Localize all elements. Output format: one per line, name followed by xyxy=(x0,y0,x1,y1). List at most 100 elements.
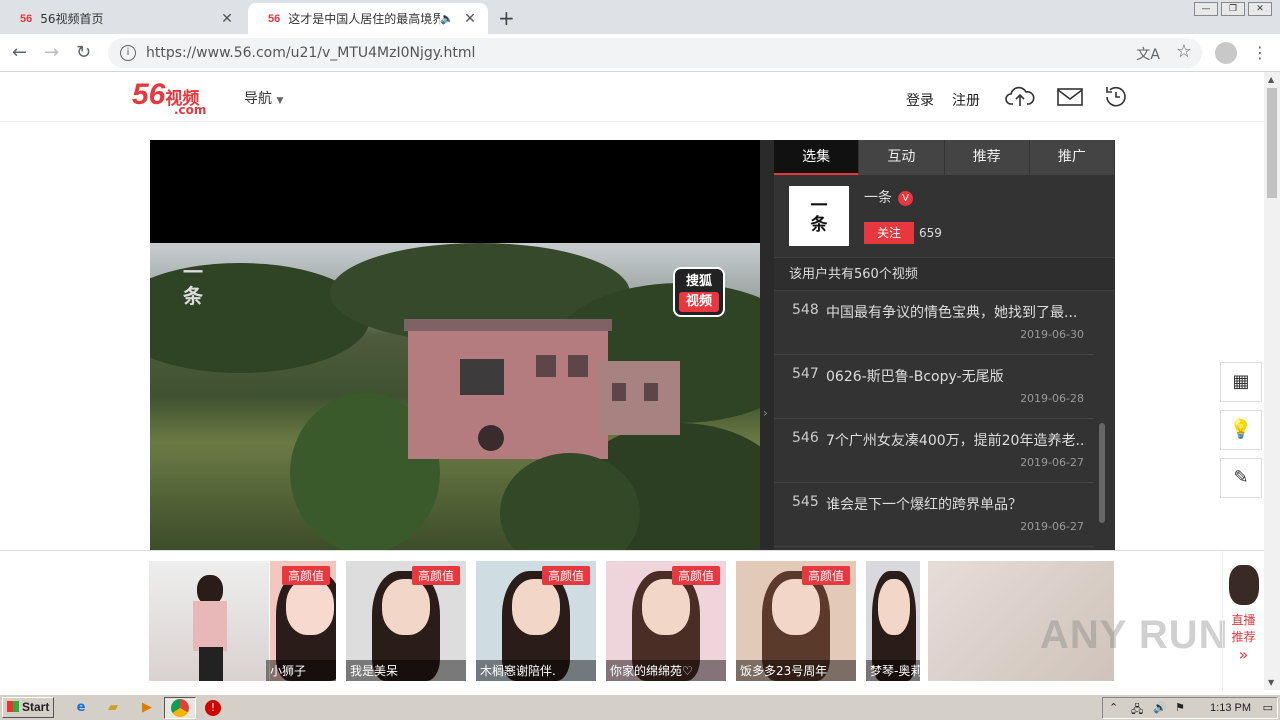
panel-scrollbar[interactable] xyxy=(1099,423,1105,523)
flag-icon[interactable]: ⚑ xyxy=(1175,701,1185,714)
lightbulb-icon[interactable]: 💡 xyxy=(1220,410,1262,450)
speaker-icon[interactable]: 🔈 xyxy=(440,12,454,25)
site-header: 56 视频 .com 导航 ▼ 登录 注册 xyxy=(0,72,1264,122)
list-item[interactable]: 548 中国最有争议的情色宝典，她找到了最... 2019-06-30 xyxy=(774,291,1094,355)
qr-code-icon[interactable]: ▦ xyxy=(1220,362,1262,402)
new-tab-icon[interactable]: + xyxy=(498,6,515,30)
video-title[interactable]: 7个广州女友凑400万，提前20年造养老... xyxy=(826,430,1086,450)
close-tab-icon[interactable]: ✕ xyxy=(219,11,235,27)
status-badge: 高颜值 xyxy=(411,566,460,585)
scrollbar-thumb[interactable] xyxy=(1267,88,1277,198)
site-logo[interactable]: 56 视频 .com xyxy=(132,78,206,117)
list-item[interactable]: 547 0626-斯巴鲁-Bcopy-无尾版 2019-06-28 xyxy=(774,355,1094,419)
register-link[interactable]: 注册 xyxy=(952,90,980,110)
author-name-text: 一条 xyxy=(864,190,892,206)
status-badge: 高颜值 xyxy=(541,566,590,585)
back-icon[interactable]: ← xyxy=(12,42,27,63)
house-image xyxy=(404,319,612,459)
site-favicon-icon: 56 xyxy=(268,12,281,25)
start-label: Start xyxy=(22,700,50,714)
live-card[interactable]: 高颜值 饭多多23号周年 xyxy=(736,561,856,681)
live-card[interactable]: 梦琴-奥莉 xyxy=(866,561,920,681)
media-player-icon[interactable]: ▶ xyxy=(138,699,156,717)
live-card[interactable]: 高颜值 我是美呆 xyxy=(346,561,466,681)
edit-icon[interactable]: ✎ xyxy=(1220,458,1262,498)
alert-icon[interactable]: ! xyxy=(205,700,221,716)
panel-tabs: 选集 互动 推荐 推广 xyxy=(774,140,1115,175)
close-tab-icon[interactable]: ✕ xyxy=(462,11,478,27)
forward-icon[interactable]: → xyxy=(44,42,59,63)
video-date: 2019-06-30 xyxy=(1020,328,1084,341)
translate-icon[interactable]: 文A xyxy=(1136,44,1160,64)
minimize-icon[interactable]: — xyxy=(1194,2,1218,16)
reload-icon[interactable]: ↻ xyxy=(76,42,91,63)
follow-button[interactable]: 关注 xyxy=(864,222,914,244)
network-icon[interactable]: 🖧 xyxy=(1131,701,1143,720)
tray-up-icon[interactable]: ⌃ xyxy=(1109,701,1118,714)
live-strip: 高颜值 小狮子 高颜值 我是美呆 高颜值 木榈窸谢陪伴. 高颜值 你家的绵绵苑♡… xyxy=(0,550,1264,691)
list-item[interactable]: 546 7个广州女友凑400万，提前20年造养老... 2019-06-27 xyxy=(774,419,1094,483)
history-icon[interactable] xyxy=(1101,84,1131,110)
window-controls: — ❐ ✕ xyxy=(1191,2,1272,16)
scroll-up-icon[interactable]: ▲ xyxy=(1268,75,1274,84)
folder-icon[interactable]: ▰ xyxy=(104,699,122,717)
status-badge: 高颜值 xyxy=(801,566,850,585)
author-name[interactable]: 一条 V xyxy=(864,187,913,207)
page-scrollbar[interactable]: ▲ ▼ xyxy=(1264,72,1280,690)
chrome-taskbar-button[interactable] xyxy=(164,697,196,719)
video-total: 该用户共有560个视频 xyxy=(774,257,1115,291)
tab-recommend[interactable]: 推荐 xyxy=(944,140,1030,175)
panel-toggle[interactable]: › xyxy=(760,140,774,550)
close-window-icon[interactable]: ✕ xyxy=(1248,2,1272,16)
double-chevron-icon[interactable]: » xyxy=(1223,645,1264,664)
tab-promote[interactable]: 推广 xyxy=(1029,140,1115,175)
video-frame xyxy=(150,243,760,550)
address-bar[interactable]: i https://www.56.com/u21/v_MTU4MzI0Njgy.… xyxy=(108,38,1202,68)
site-info-icon[interactable]: i xyxy=(120,45,136,61)
avatar[interactable]: 一条 xyxy=(789,186,849,246)
bookmark-star-icon[interactable]: ☆ xyxy=(1176,41,1192,62)
anyrun-watermark: ANY RUN xyxy=(1040,613,1229,657)
volume-icon[interactable]: 🔊 xyxy=(1153,701,1167,714)
tab-episodes[interactable]: 选集 xyxy=(774,140,860,175)
browser-toolbar: ← → ↻ i https://www.56.com/u21/v_MTU4MzI… xyxy=(0,34,1280,72)
avatar xyxy=(1228,565,1259,605)
logo-domain: .com xyxy=(174,103,207,117)
url-text[interactable]: https://www.56.com/u21/v_MTU4MzI0Njgy.ht… xyxy=(146,45,475,61)
video-player[interactable]: 一条 搜狐 视频 xyxy=(150,140,760,550)
browser-menu-icon[interactable]: ⋮ xyxy=(1252,43,1268,62)
ie-icon[interactable]: e xyxy=(72,699,90,717)
tab-interact[interactable]: 互动 xyxy=(859,140,945,175)
upload-cloud-icon[interactable] xyxy=(1005,84,1035,110)
live-card[interactable]: 高颜值 小狮子 xyxy=(216,561,336,681)
account-avatar-icon[interactable] xyxy=(1215,42,1237,64)
desktop-icon[interactable]: ▭ xyxy=(1263,701,1273,714)
live-card[interactable]: 高颜值 木榈窸谢陪伴. xyxy=(476,561,596,681)
browser-tab[interactable]: 56 56视频首页 ✕ xyxy=(0,3,245,34)
episode-panel: 选集 互动 推荐 推广 一条 一条 V 关注 659 该用户共有560个视频 54… xyxy=(774,140,1115,550)
nav-dropdown[interactable]: 导航 ▼ xyxy=(244,88,283,108)
video-list: 548 中国最有争议的情色宝典，她找到了最... 2019-06-30 547 … xyxy=(774,291,1094,547)
video-title[interactable]: 中国最有争议的情色宝典，她找到了最... xyxy=(826,302,1086,322)
login-link[interactable]: 登录 xyxy=(906,90,934,110)
scroll-down-icon[interactable]: ▼ xyxy=(1268,678,1274,687)
restore-icon[interactable]: ❐ xyxy=(1221,2,1245,16)
list-item[interactable]: 545 谁会是下一个爆红的跨界单品？ 2019-06-27 xyxy=(774,483,1094,547)
sohu-video-logo: 搜狐 视频 xyxy=(673,267,725,317)
clock: 1:13 PM xyxy=(1210,702,1251,714)
mail-icon[interactable] xyxy=(1055,84,1085,110)
live-name: 小狮子 xyxy=(266,660,336,681)
video-title[interactable]: 谁会是下一个爆红的跨界单品？ xyxy=(826,494,1086,514)
start-button[interactable]: Start xyxy=(2,697,54,718)
live-name: 你家的绵绵苑♡ xyxy=(606,660,726,681)
system-tray: ⌃ 🖧 🔊 ⚑ 1:13 PM ▭ xyxy=(1102,697,1278,719)
browser-tab-active[interactable]: 56 这才是中国人居住的最高境界 🔈 ✕ xyxy=(248,3,488,34)
video-date: 2019-06-27 xyxy=(1020,456,1084,469)
taskbar: Start e ▰ ▶ ! ⌃ 🖧 🔊 ⚑ 1:13 PM ▭ xyxy=(0,694,1280,720)
avatar-text: 一条 xyxy=(810,196,828,235)
video-title[interactable]: 0626-斯巴鲁-Bcopy-无尾版 xyxy=(826,366,1086,386)
live-card[interactable]: 高颜值 你家的绵绵苑♡ xyxy=(606,561,726,681)
status-badge: 高颜值 xyxy=(281,566,330,585)
video-number: 548 xyxy=(792,302,819,318)
live-recommend[interactable]: 直播 推荐 » xyxy=(1222,551,1264,691)
